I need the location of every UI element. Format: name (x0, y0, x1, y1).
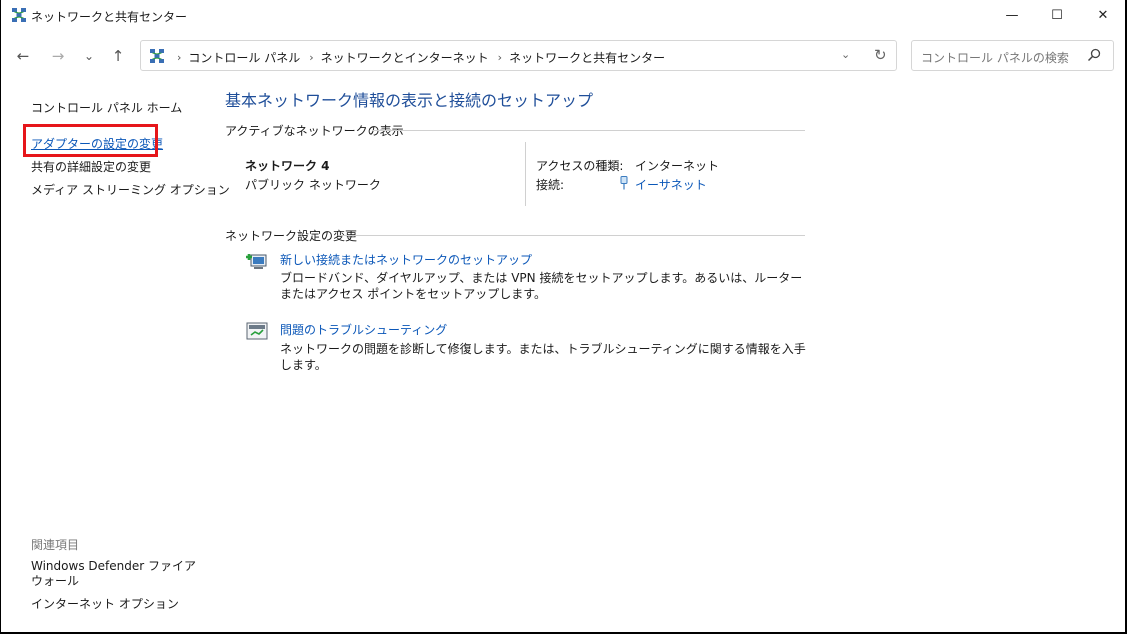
back-button[interactable]: ← (11, 45, 35, 67)
chevron-right-icon[interactable]: › (309, 51, 313, 64)
highlight-box (23, 124, 158, 157)
divider (525, 142, 526, 206)
breadcrumb-network-sharing-center[interactable]: ネットワークと共有センター (509, 49, 665, 66)
search-placeholder: コントロール パネルの検索 (921, 51, 1069, 65)
troubleshoot-icon (246, 322, 268, 340)
maximize-button[interactable]: ☐ (1034, 0, 1080, 31)
windows-defender-firewall-link[interactable]: Windows Defender ファイアウォール (31, 559, 196, 589)
internet-options-link[interactable]: インターネット オプション (31, 597, 196, 612)
change-settings-header: ネットワーク設定の変更 (225, 229, 358, 243)
new-connection-description: ブロードバンド、ダイヤルアップ、または VPN 接続をセットアップします。あるい… (280, 271, 803, 301)
divider (339, 235, 805, 236)
search-box[interactable]: コントロール パネルの検索 (911, 40, 1114, 71)
new-connection-link[interactable]: 新しい接続またはネットワークのセットアップ (280, 251, 532, 268)
minimize-button[interactable]: — (989, 0, 1035, 31)
chevron-right-icon[interactable]: › (498, 51, 502, 64)
network-name: ネットワーク 4 (245, 159, 330, 173)
network-sharing-center-window: ネットワークと共有センター — ☐ ✕ ← → ⌄ ↑ › コントロール パネル… (1, 0, 1125, 632)
new-connection-icon (246, 254, 267, 269)
chevron-right-icon[interactable]: › (177, 51, 181, 64)
related-heading: 関連項目 (31, 538, 80, 552)
control-panel-icon (150, 49, 164, 63)
breadcrumb: › コントロール パネル › ネットワークとインターネット › ネットワークと共… (171, 49, 665, 66)
up-button[interactable]: ↑ (106, 45, 130, 67)
network-center-icon (12, 8, 26, 22)
ethernet-connection-link[interactable]: イーサネット (635, 176, 707, 193)
access-type-value: インターネット (635, 159, 720, 173)
divider (372, 130, 805, 131)
troubleshoot-link[interactable]: 問題のトラブルシューティング (280, 321, 447, 338)
media-streaming-options-link[interactable]: メディア ストリーミング オプション (31, 181, 230, 198)
page-title: 基本ネットワーク情報の表示と接続のセットアップ (225, 91, 594, 110)
forward-button[interactable]: → (46, 45, 70, 67)
control-panel-home-link[interactable]: コントロール パネル ホーム (31, 99, 182, 116)
search-icon[interactable] (1087, 48, 1101, 62)
recent-locations-button[interactable]: ⌄ (77, 45, 101, 67)
advanced-sharing-settings-link[interactable]: 共有の詳細設定の変更 (31, 158, 151, 175)
troubleshoot-description: ネットワークの問題を診断して修復します。または、トラブルシューティングに関する情… (280, 342, 806, 372)
breadcrumb-control-panel[interactable]: コントロール パネル (188, 49, 300, 66)
address-bar[interactable]: › コントロール パネル › ネットワークとインターネット › ネットワークと共… (140, 40, 897, 71)
network-type: パブリック ネットワーク (245, 178, 381, 192)
access-type-label: アクセスの種類: (536, 159, 624, 173)
close-button[interactable]: ✕ (1080, 0, 1125, 31)
ethernet-icon (620, 176, 628, 190)
window-title: ネットワークと共有センター (31, 10, 188, 24)
chevron-down-icon[interactable]: ⌄ (841, 48, 850, 61)
connection-label: 接続: (536, 178, 565, 192)
title-bar: ネットワークと共有センター — ☐ ✕ (1, 0, 1125, 31)
breadcrumb-network-internet[interactable]: ネットワークとインターネット (321, 49, 489, 66)
refresh-icon[interactable]: ↻ (874, 46, 887, 64)
